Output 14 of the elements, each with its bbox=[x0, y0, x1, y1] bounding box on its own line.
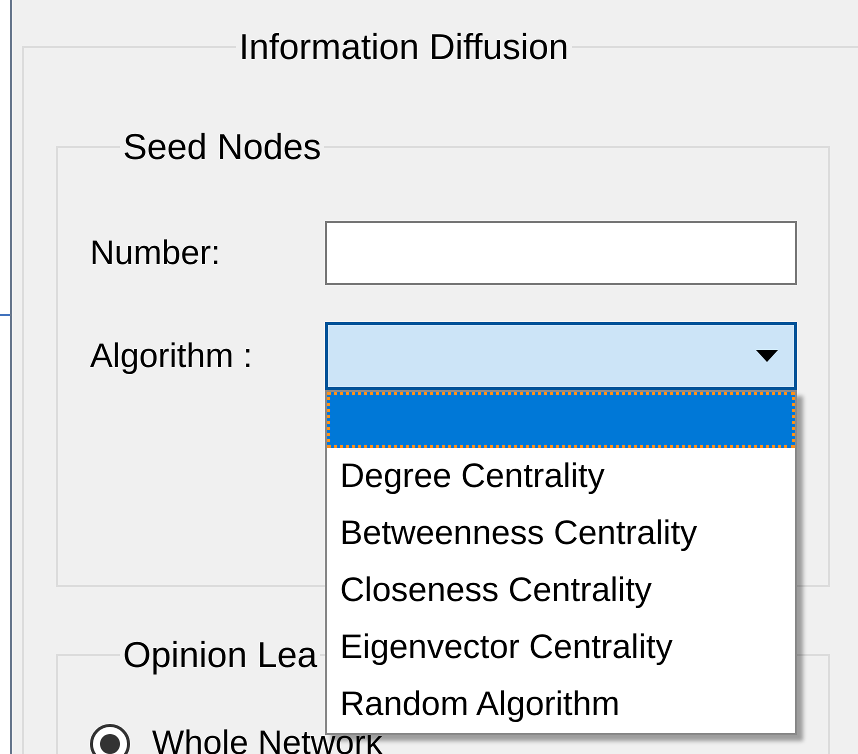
dropdown-option[interactable]: Closeness Centrality bbox=[327, 562, 795, 619]
group-title: Seed Nodes bbox=[122, 126, 322, 168]
dropdown-option[interactable]: Betweenness Centrality bbox=[327, 505, 795, 562]
caret-icon bbox=[756, 350, 778, 362]
dropdown-option[interactable]: Eigenvector Centrality bbox=[327, 619, 795, 676]
group-title: Information Diffusion bbox=[238, 26, 570, 68]
dropdown[interactable] bbox=[325, 322, 797, 390]
field-label: Number: bbox=[90, 232, 222, 274]
radio-button[interactable] bbox=[90, 724, 130, 754]
field-label: Algorithm : bbox=[90, 336, 254, 376]
dropdown-option[interactable]: Degree Centrality bbox=[327, 448, 795, 505]
group-title: Opinion Lea bbox=[122, 634, 318, 676]
dropdown-option[interactable]: Random Algorithm bbox=[327, 676, 795, 733]
input-field[interactable] bbox=[325, 221, 797, 285]
